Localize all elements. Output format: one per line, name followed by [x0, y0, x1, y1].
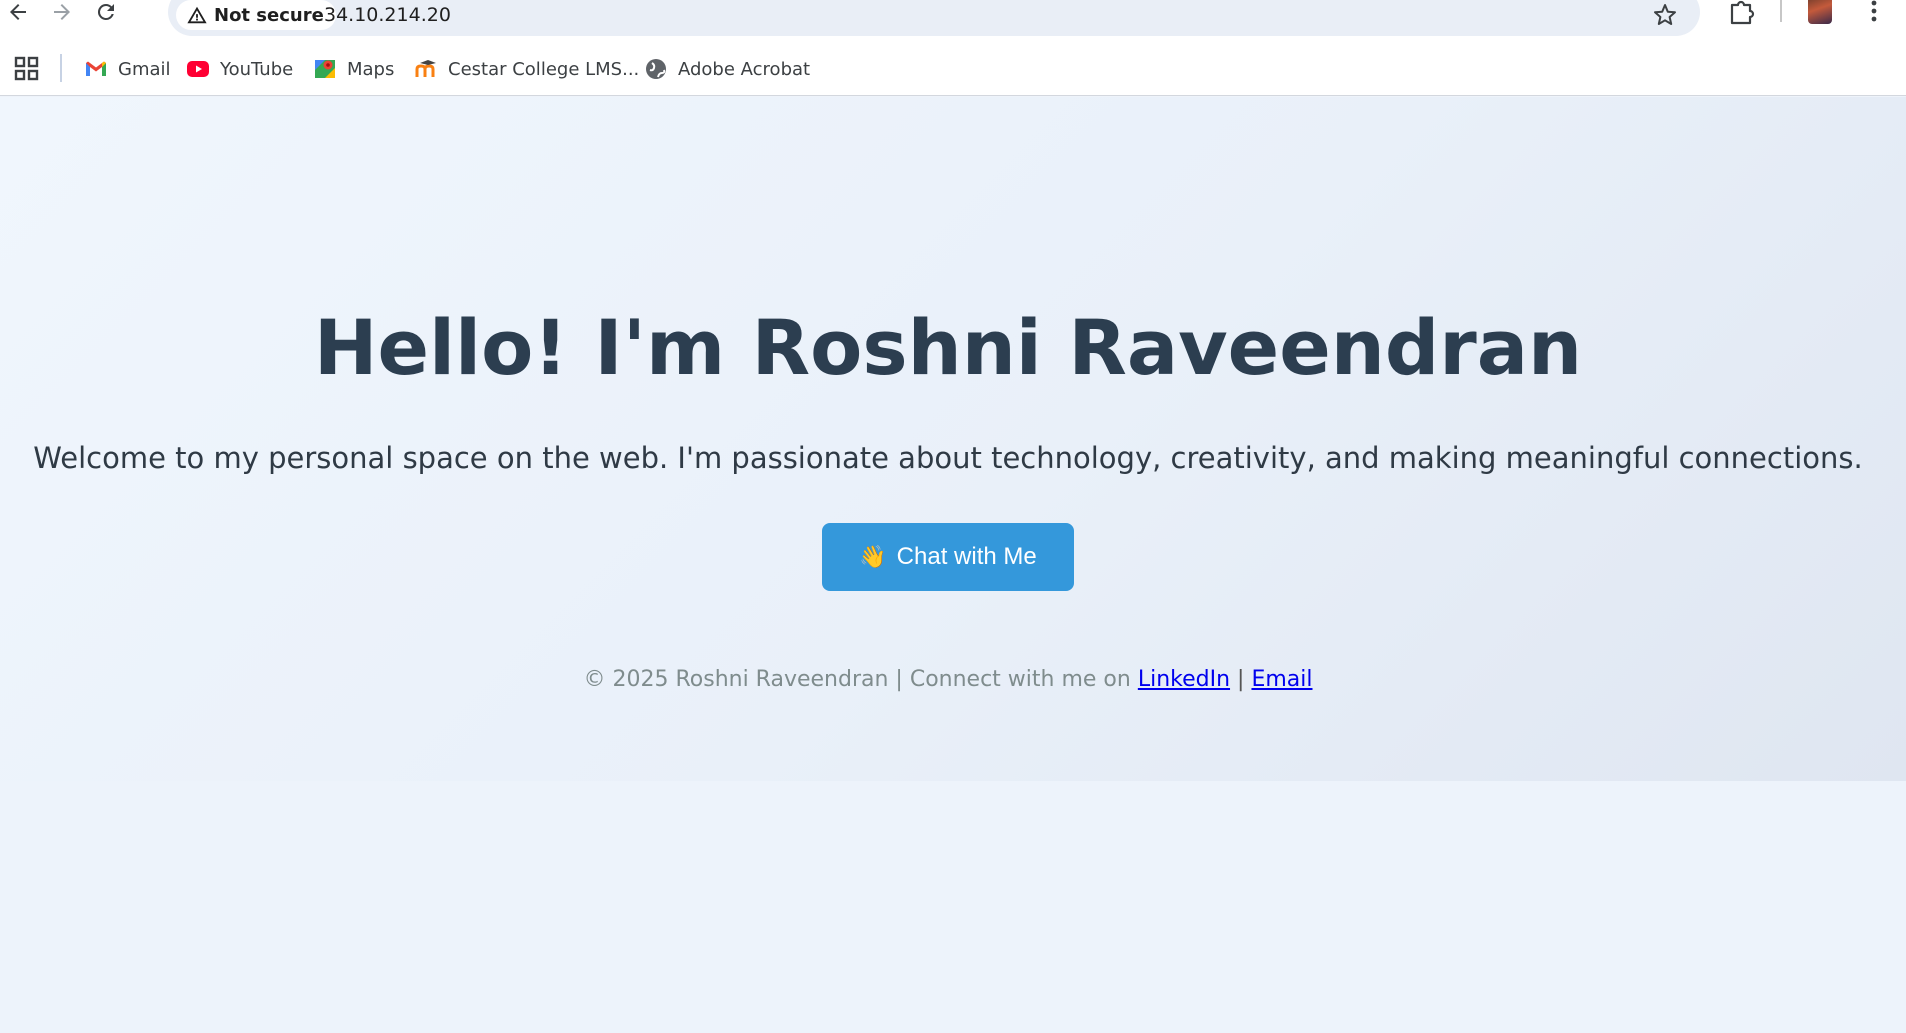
page-viewport: Hello! I'm Roshni Raveendran Welcome to … — [0, 97, 1906, 1033]
bookmark-star-button[interactable] — [1650, 0, 1680, 30]
chat-button-label: Chat with Me — [896, 543, 1037, 570]
address-bar[interactable]: Not secure 34.10.214.20 — [168, 0, 1700, 36]
hero-subtitle: Welcome to my personal space on the web.… — [33, 441, 1863, 475]
footer-text: © 2025 Roshni Raveendran | Connect with … — [583, 667, 1131, 692]
linkedin-link[interactable]: LinkedIn — [1138, 667, 1230, 692]
kebab-menu-icon — [1871, 0, 1877, 22]
url-text[interactable]: 34.10.214.20 — [324, 0, 451, 30]
extensions-button[interactable] — [1725, 0, 1759, 25]
maps-icon — [313, 57, 337, 81]
forward-button[interactable] — [44, 0, 80, 24]
bookmark-label: Cestar College LMS... — [448, 58, 640, 80]
bookmark-youtube[interactable]: YouTube — [186, 52, 293, 86]
bookmark-adobe-acrobat[interactable]: Adobe Acrobat — [644, 52, 810, 86]
bookmarks-separator — [60, 54, 62, 82]
reload-button[interactable] — [88, 0, 124, 24]
profile-avatar[interactable] — [1808, 0, 1832, 24]
browser-toolbar: Not secure 34.10.214.20 — [0, 0, 1906, 42]
star-icon — [1654, 4, 1676, 25]
youtube-icon — [186, 57, 210, 81]
warning-icon — [187, 6, 207, 24]
arrow-right-icon — [54, 4, 70, 20]
bookmark-label: Maps — [347, 58, 395, 80]
toolbar-divider — [1780, 0, 1782, 22]
arrow-left-icon — [10, 4, 26, 20]
footer-separator: | — [1237, 667, 1245, 692]
bookmarks-bar: Gmail YouTube Maps Cestar College LMS...… — [0, 42, 1906, 96]
bookmark-cestar-lms[interactable]: Cestar College LMS... — [414, 52, 639, 86]
footer: © 2025 Roshni Raveendran | Connect with … — [0, 667, 1896, 692]
bookmark-label: YouTube — [220, 58, 294, 80]
bookmark-gmail[interactable]: Gmail — [84, 52, 171, 86]
hero-section: Hello! I'm Roshni Raveendran Welcome to … — [0, 97, 1906, 781]
security-label: Not secure — [214, 4, 324, 26]
gmail-icon — [84, 57, 108, 81]
bookmark-label: Adobe Acrobat — [678, 58, 811, 80]
browser-menu-button[interactable] — [1862, 0, 1886, 24]
back-button[interactable] — [0, 0, 36, 24]
security-chip[interactable]: Not secure — [176, 0, 336, 30]
email-link[interactable]: Email — [1251, 667, 1312, 692]
chat-with-me-button[interactable]: 👋 Chat with Me — [822, 523, 1074, 591]
puzzle-icon — [1730, 0, 1755, 25]
moodle-icon — [414, 57, 438, 81]
waving-hand-icon: 👋 — [859, 544, 887, 569]
page-title: Hello! I'm Roshni Raveendran — [313, 303, 1583, 392]
bookmark-label: Gmail — [118, 58, 171, 80]
bookmark-maps[interactable]: Maps — [313, 52, 394, 86]
apps-grid-icon[interactable] — [14, 56, 40, 82]
reload-icon — [97, 3, 114, 20]
globe-icon — [644, 57, 668, 81]
